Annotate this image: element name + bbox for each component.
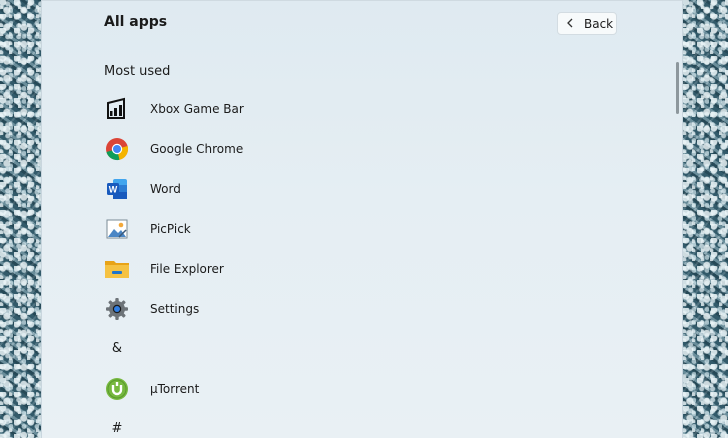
file-explorer-icon	[104, 256, 130, 282]
chevron-left-icon	[566, 18, 574, 30]
scrollbar-thumb[interactable]	[676, 62, 679, 114]
settings-gear-icon	[104, 296, 130, 322]
app-label: Word	[150, 182, 181, 196]
app-item-google-chrome[interactable]: Google Chrome	[104, 134, 604, 164]
all-apps-title: All apps	[104, 14, 168, 30]
app-label: File Explorer	[150, 262, 224, 276]
app-item-settings[interactable]: Settings	[104, 294, 604, 324]
xbox-game-bar-icon	[104, 96, 130, 122]
group-letter-hash[interactable]: #	[104, 421, 130, 436]
word-icon: W	[104, 176, 130, 202]
app-item-xbox-game-bar[interactable]: Xbox Game Bar	[104, 94, 604, 124]
app-label: Xbox Game Bar	[150, 102, 244, 116]
app-label: Settings	[150, 302, 200, 316]
app-label: µTorrent	[150, 382, 200, 396]
desktop-wallpaper-left	[0, 0, 41, 438]
app-item-word[interactable]: W Word	[104, 174, 604, 204]
utorrent-icon	[104, 376, 130, 402]
back-button[interactable]: Back	[557, 12, 617, 35]
google-chrome-icon	[104, 136, 130, 162]
back-button-label: Back	[584, 16, 614, 31]
section-most-used: Most used	[104, 64, 171, 79]
panel-top-border	[42, 0, 682, 1]
desktop-wallpaper-right	[683, 0, 728, 438]
start-menu-all-apps-panel: All apps Back Most used Xbox Game Bar Go…	[41, 0, 683, 438]
group-letter-ampersand[interactable]: &	[104, 341, 130, 356]
picpick-icon	[104, 216, 130, 242]
app-item-file-explorer[interactable]: File Explorer	[104, 254, 604, 284]
app-item-utorrent[interactable]: µTorrent	[104, 374, 604, 404]
svg-text:W: W	[109, 185, 118, 195]
app-label: Google Chrome	[150, 142, 244, 156]
app-item-picpick[interactable]: PicPick	[104, 214, 604, 244]
app-label: PicPick	[150, 222, 191, 236]
